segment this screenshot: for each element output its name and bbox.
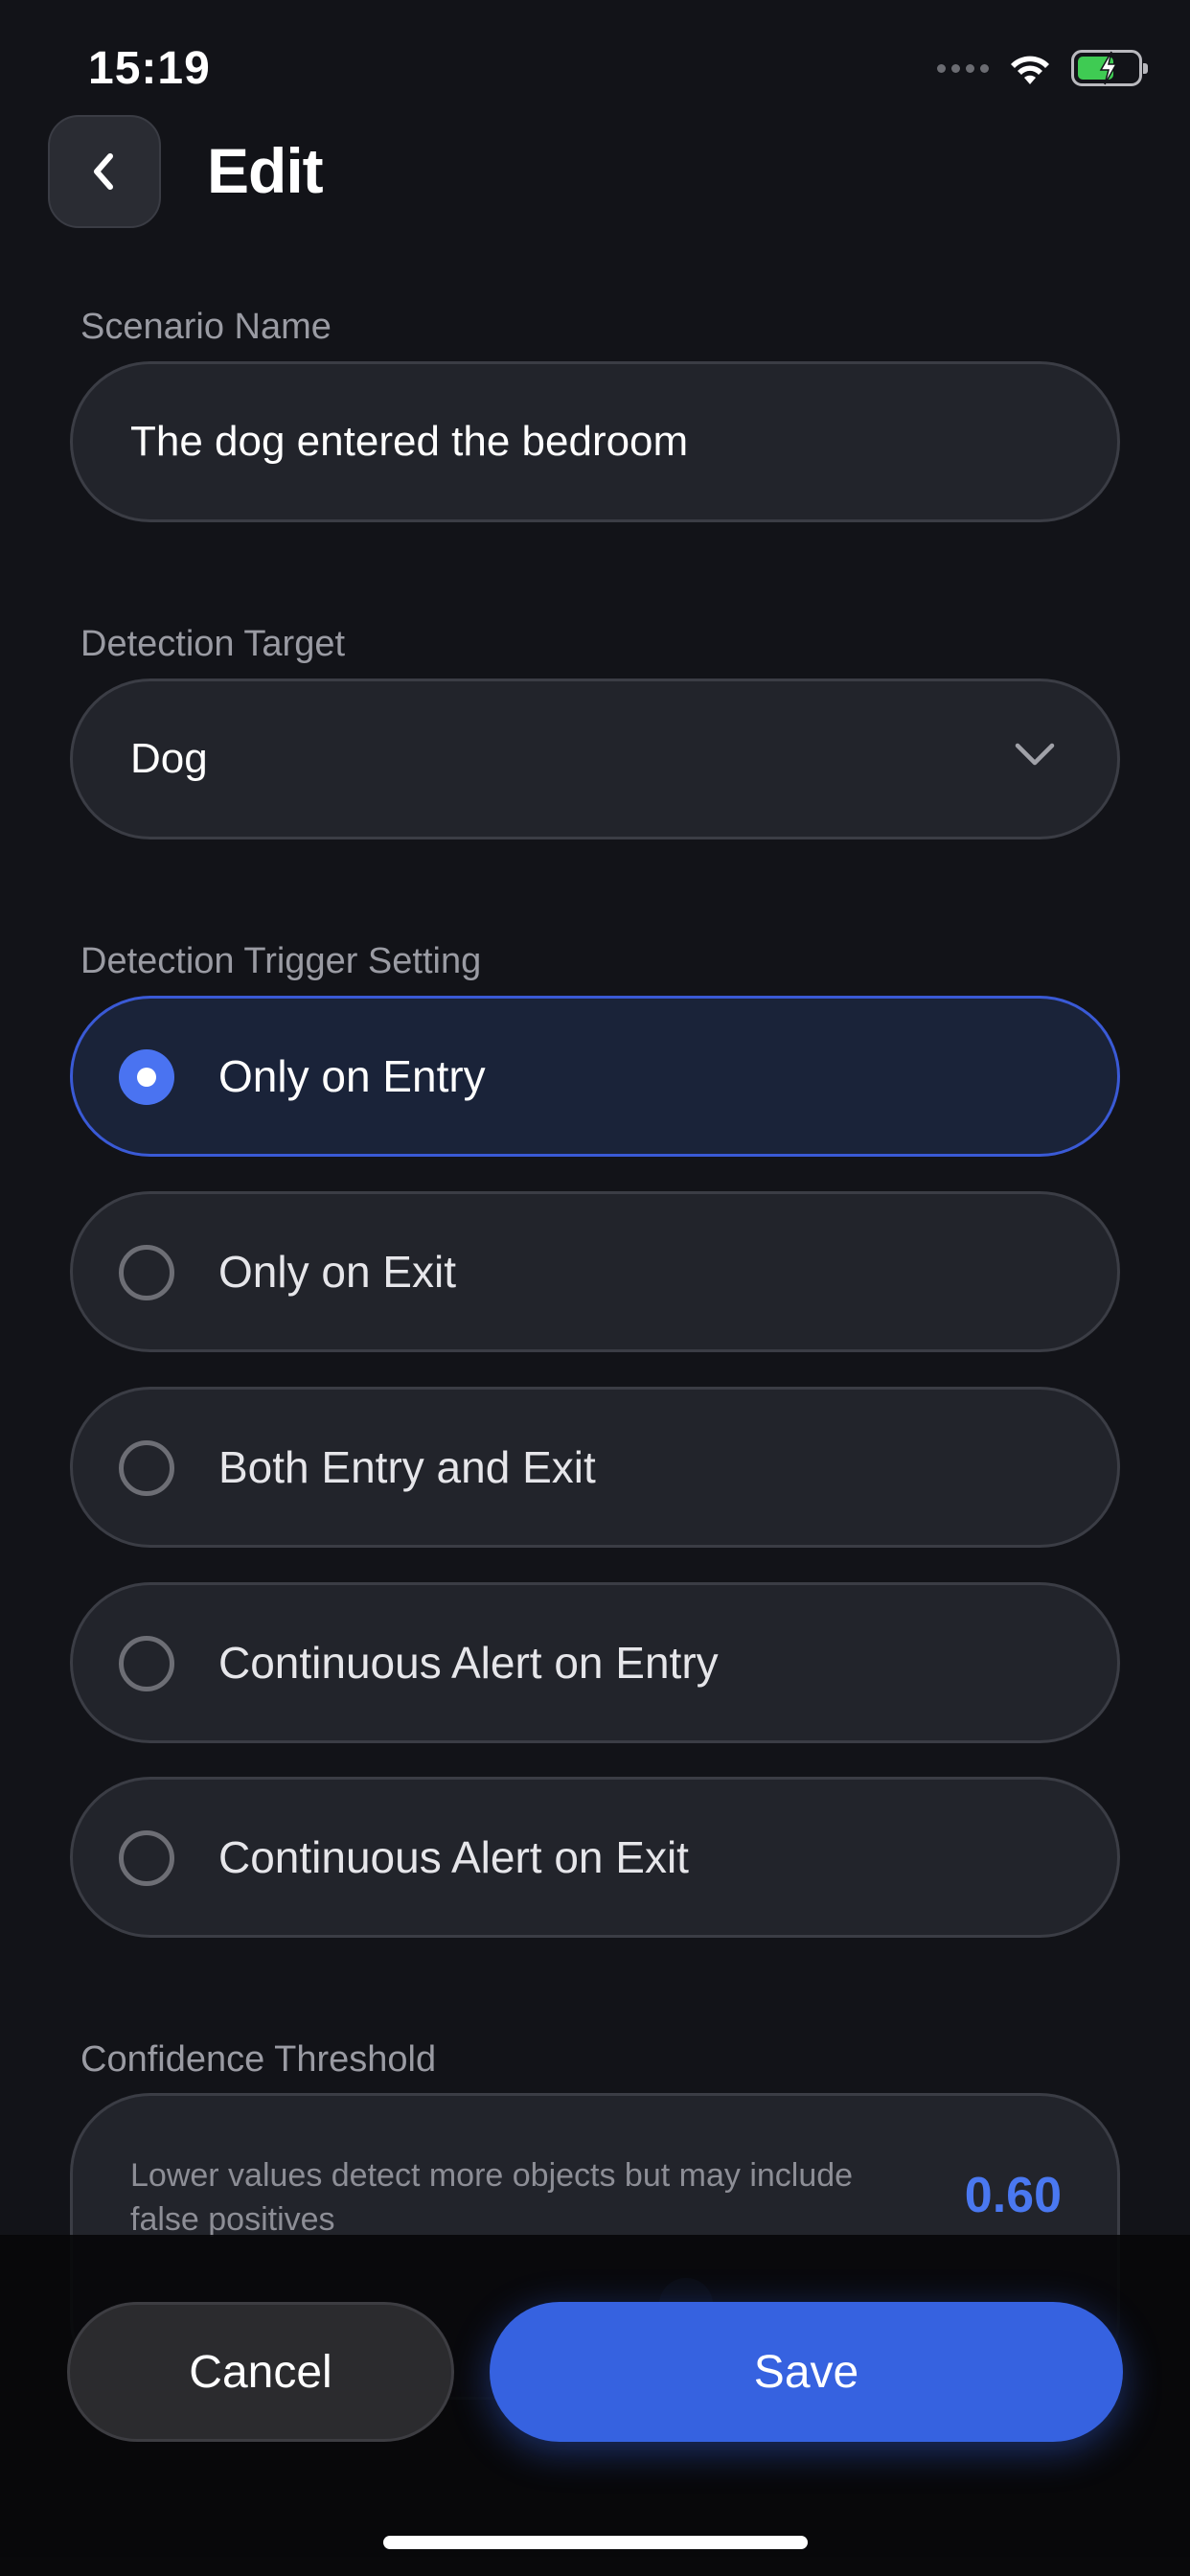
chevron-down-icon: [1015, 743, 1055, 766]
chevron-left-icon: [94, 153, 113, 190]
confidence-threshold-label: Confidence Threshold: [80, 2039, 437, 2080]
cancel-button[interactable]: Cancel: [67, 2302, 454, 2442]
confidence-value: 0.60: [964, 2168, 1062, 2223]
save-button[interactable]: Save: [490, 2302, 1123, 2442]
wifi-icon: [1011, 56, 1049, 84]
back-button[interactable]: [48, 115, 161, 228]
trigger-setting-label: Detection Trigger Setting: [80, 941, 482, 981]
cellular-signal-icon: [937, 63, 989, 73]
confidence-description: Lower values detect more objects but may…: [130, 2157, 854, 2238]
detection-target-label: Detection Target: [80, 624, 346, 664]
option-label: Continuous Alert on Entry: [218, 1638, 719, 1688]
status-icons: [937, 50, 1148, 86]
trigger-option-continuous-exit[interactable]: Continuous Alert on Exit: [70, 1777, 1120, 1938]
page-title: Edit: [207, 135, 324, 206]
home-indicator[interactable]: [383, 2536, 808, 2549]
trigger-option-only-on-exit[interactable]: Only on Exit: [70, 1191, 1120, 1352]
detection-target-select[interactable]: Dog: [70, 678, 1120, 840]
trigger-option-both-entry-exit[interactable]: Both Entry and Exit: [70, 1387, 1120, 1548]
battery-icon: [1071, 50, 1148, 86]
detection-target-value: Dog: [130, 735, 208, 782]
trigger-option-only-on-entry[interactable]: Only on Entry: [70, 996, 1120, 1157]
radio-selected-icon[interactable]: [119, 1049, 174, 1105]
option-label: Only on Entry: [218, 1051, 486, 1101]
radio-unselected-icon[interactable]: [119, 1636, 174, 1691]
option-label: Continuous Alert on Exit: [218, 1832, 689, 1882]
option-label: Only on Exit: [218, 1247, 456, 1297]
scenario-name-input[interactable]: The dog entered the bedroom: [70, 361, 1120, 522]
option-label: Both Entry and Exit: [218, 1442, 596, 1492]
scenario-name-label: Scenario Name: [80, 307, 332, 347]
radio-unselected-icon[interactable]: [119, 1245, 174, 1300]
radio-unselected-icon[interactable]: [119, 1830, 174, 1886]
radio-unselected-icon[interactable]: [119, 1440, 174, 1496]
status-time: 15:19: [88, 43, 211, 94]
edit-screen: 15:19 Edit Scenario Name The dog entered…: [0, 0, 1190, 2576]
trigger-option-continuous-entry[interactable]: Continuous Alert on Entry: [70, 1582, 1120, 1743]
scenario-name-value: The dog entered the bedroom: [130, 418, 689, 465]
